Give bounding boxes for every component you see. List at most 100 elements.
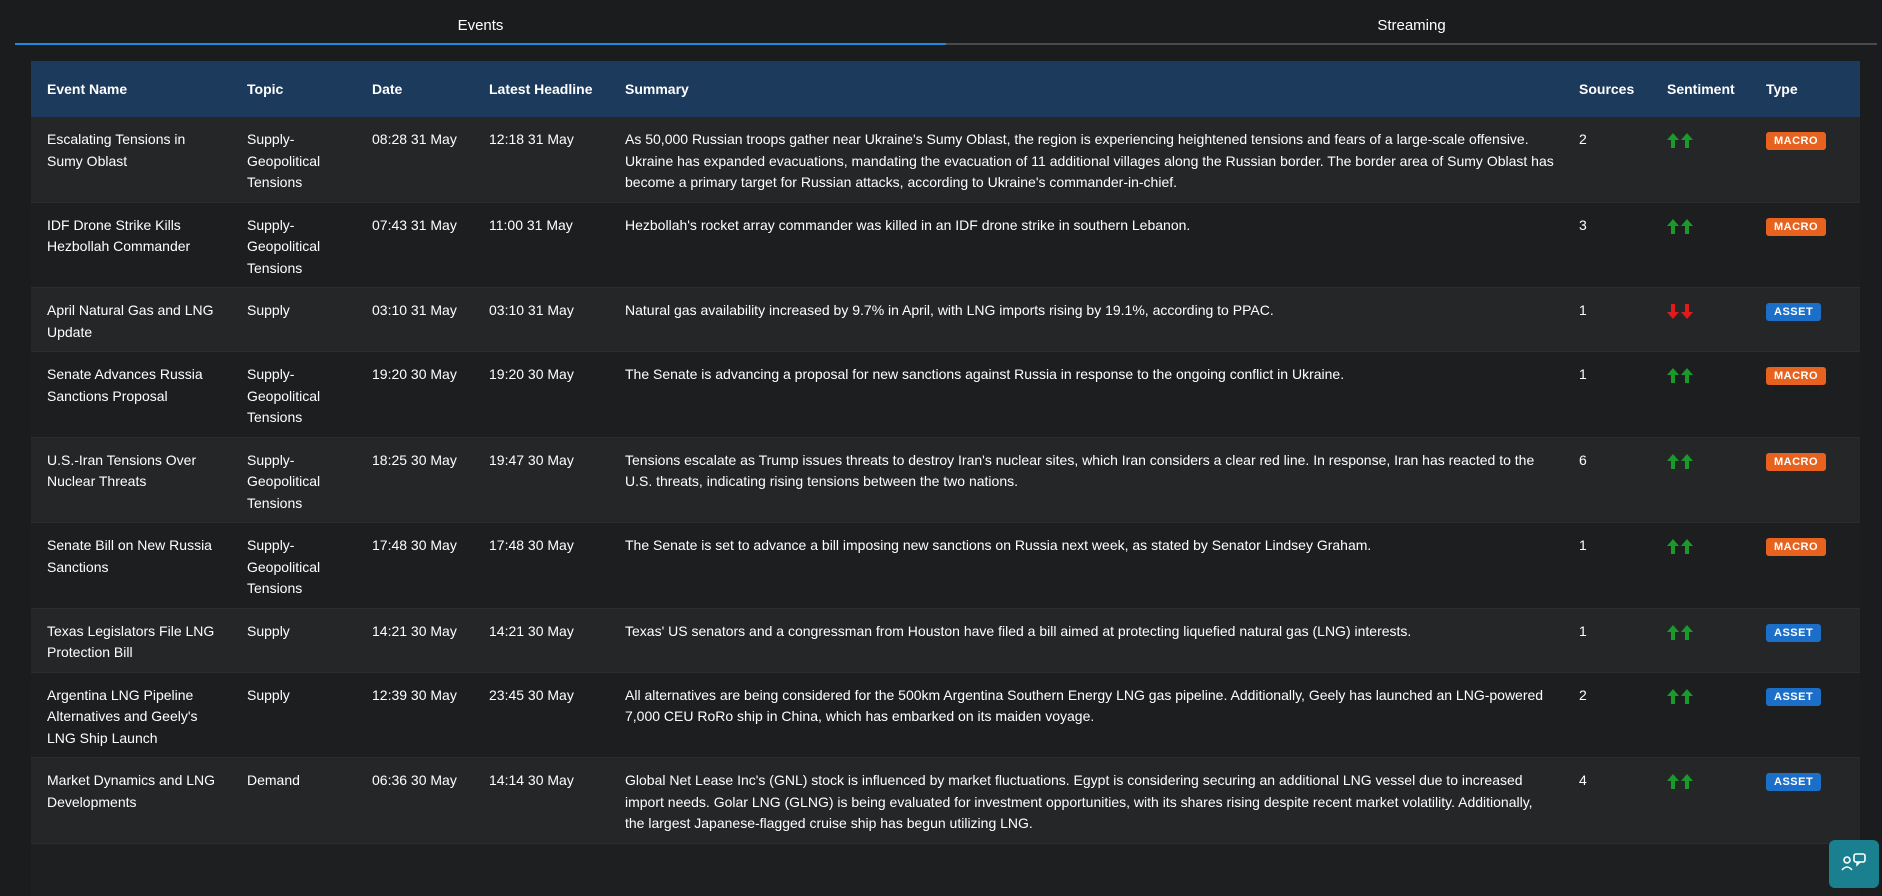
double-up-arrow-icon — [1667, 621, 1693, 640]
cell-latest-headline: 19:47 30 May — [473, 437, 609, 523]
cell-sentiment — [1651, 351, 1750, 438]
cell-sources: 1 — [1563, 287, 1651, 352]
table-row[interactable]: Texas Legislators File LNG Protection Bi… — [31, 608, 1860, 673]
cell-latest-headline: 12:18 31 May — [473, 117, 609, 203]
cell-latest-headline: 14:21 30 May — [473, 608, 609, 673]
cell-type: MACRO — [1750, 117, 1860, 203]
cell-sentiment — [1651, 117, 1750, 203]
cell-date: 08:28 31 May — [356, 117, 473, 203]
cell-sentiment — [1651, 437, 1750, 523]
cell-date: 06:36 30 May — [356, 757, 473, 844]
cell-summary: Texas' US senators and a congressman fro… — [609, 608, 1563, 673]
type-badge: MACRO — [1766, 217, 1827, 236]
cell-summary: As 50,000 Russian troops gather near Ukr… — [609, 117, 1563, 203]
table-row[interactable]: Senate Advances Russia Sanctions Proposa… — [31, 351, 1860, 438]
cell-type: MACRO — [1750, 202, 1860, 288]
column-header-date[interactable]: Date — [356, 61, 473, 117]
cell-type: ASSET — [1750, 608, 1860, 673]
cell-event-name: U.S.-Iran Tensions Over Nuclear Threats — [31, 437, 231, 523]
cell-latest-headline: 14:14 30 May — [473, 757, 609, 844]
cell-summary: The Senate is set to advance a bill impo… — [609, 522, 1563, 609]
cell-latest-headline: 03:10 31 May — [473, 287, 609, 352]
double-down-arrow-icon — [1667, 300, 1693, 319]
type-badge: MACRO — [1766, 538, 1827, 556]
cell-event-name: Senate Advances Russia Sanctions Proposa… — [31, 351, 231, 438]
cell-sentiment — [1651, 608, 1750, 673]
cell-summary: All alternatives are being considered fo… — [609, 672, 1563, 758]
chat-support-icon — [1840, 851, 1868, 878]
cell-sources: 3 — [1563, 202, 1651, 288]
column-header-sentiment[interactable]: Sentiment — [1651, 61, 1750, 117]
double-up-arrow-icon — [1667, 215, 1693, 234]
cell-sources: 1 — [1563, 351, 1651, 438]
cell-event-name: Argentina LNG Pipeline Alternatives and … — [31, 672, 231, 758]
table-row[interactable]: IDF Drone Strike Kills Hezbollah Command… — [31, 202, 1860, 288]
cell-topic: Supply-Geopolitical Tensions — [231, 522, 356, 609]
cell-sentiment — [1651, 522, 1750, 609]
cell-event-name: Senate Bill on New Russia Sanctions — [31, 522, 231, 609]
double-up-arrow-icon — [1667, 535, 1693, 554]
chat-support-button[interactable] — [1829, 840, 1879, 888]
cell-topic: Supply — [231, 608, 356, 673]
cell-topic: Supply-Geopolitical Tensions — [231, 202, 356, 288]
cell-event-name: Texas Legislators File LNG Protection Bi… — [31, 608, 231, 673]
cell-topic: Supply — [231, 287, 356, 352]
cell-date: 19:20 30 May — [356, 351, 473, 438]
cell-date: 03:10 31 May — [356, 287, 473, 352]
cell-latest-headline: 23:45 30 May — [473, 672, 609, 758]
cell-sentiment — [1651, 202, 1750, 288]
cell-sentiment — [1651, 672, 1750, 758]
table-row[interactable]: U.S.-Iran Tensions Over Nuclear Threats S… — [31, 437, 1860, 523]
type-badge: ASSET — [1766, 773, 1822, 791]
cell-sentiment — [1651, 287, 1750, 352]
tab-events[interactable]: Events — [15, 0, 946, 45]
cell-sources: 2 — [1563, 672, 1651, 758]
cell-summary: The Senate is advancing a proposal for n… — [609, 351, 1563, 438]
type-badge: ASSET — [1766, 687, 1822, 706]
column-header-topic[interactable]: Topic — [231, 61, 356, 117]
cell-summary: Natural gas availability increased by 9.… — [609, 287, 1563, 352]
cell-date: 12:39 30 May — [356, 672, 473, 758]
type-badge: MACRO — [1766, 452, 1827, 471]
column-header-type[interactable]: Type — [1750, 61, 1860, 117]
table-row[interactable]: Argentina LNG Pipeline Alternatives and … — [31, 672, 1860, 758]
double-up-arrow-icon — [1667, 770, 1693, 789]
double-up-arrow-icon — [1667, 450, 1693, 469]
cell-event-name: IDF Drone Strike Kills Hezbollah Command… — [31, 202, 231, 288]
events-table: Event Name Topic Date Latest Headline Su… — [31, 61, 1860, 844]
column-header-summary[interactable]: Summary — [609, 61, 1563, 117]
cell-topic: Demand — [231, 757, 356, 844]
cell-latest-headline: 17:48 30 May — [473, 522, 609, 609]
cell-event-name: April Natural Gas and LNG Update — [31, 287, 231, 352]
cell-event-name: Escalating Tensions in Sumy Oblast — [31, 117, 231, 203]
cell-summary: Hezbollah's rocket array commander was k… — [609, 202, 1563, 288]
cell-type: ASSET — [1750, 287, 1860, 352]
cell-topic: Supply-Geopolitical Tensions — [231, 351, 356, 438]
table-header: Event Name Topic Date Latest Headline Su… — [31, 61, 1860, 117]
table-row[interactable]: Escalating Tensions in Sumy Oblast Supply… — [31, 117, 1860, 203]
cell-type: MACRO — [1750, 437, 1860, 523]
cell-date: 14:21 30 May — [356, 608, 473, 673]
type-badge: MACRO — [1766, 367, 1827, 385]
cell-latest-headline: 19:20 30 May — [473, 351, 609, 438]
cell-latest-headline: 11:00 31 May — [473, 202, 609, 288]
tab-bar: Events Streaming — [15, 0, 1877, 45]
double-up-arrow-icon — [1667, 364, 1693, 383]
events-table-container[interactable]: Event Name Topic Date Latest Headline Su… — [31, 61, 1860, 896]
double-up-arrow-icon — [1667, 129, 1693, 148]
column-header-latest-headline[interactable]: Latest Headline — [473, 61, 609, 117]
cell-sources: 6 — [1563, 437, 1651, 523]
column-header-sources[interactable]: Sources — [1563, 61, 1651, 117]
type-badge: MACRO — [1766, 132, 1827, 150]
cell-sources: 1 — [1563, 522, 1651, 609]
table-row[interactable]: Senate Bill on New Russia Sanctions Suppl… — [31, 522, 1860, 609]
type-badge: ASSET — [1766, 623, 1822, 642]
column-header-event-name[interactable]: Event Name — [31, 61, 231, 117]
cell-type: ASSET — [1750, 672, 1860, 758]
cell-event-name: Market Dynamics and LNG Developments — [31, 757, 231, 844]
cell-sources: 4 — [1563, 757, 1651, 844]
tab-streaming[interactable]: Streaming — [946, 0, 1877, 45]
table-row[interactable]: April Natural Gas and LNG Update Supply 03… — [31, 287, 1860, 352]
cell-type: MACRO — [1750, 351, 1860, 438]
table-row[interactable]: Market Dynamics and LNG Developments Dema… — [31, 757, 1860, 844]
